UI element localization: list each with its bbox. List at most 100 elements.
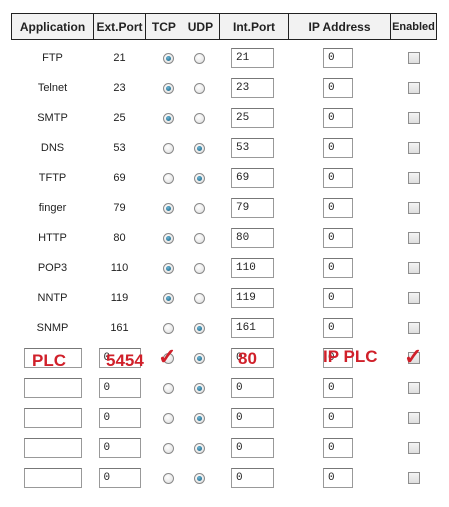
ext-port-value: 80 [113,232,126,244]
tcp-radio[interactable] [162,52,174,64]
udp-radio[interactable] [193,382,205,394]
ext-port-input[interactable]: 0 [98,468,141,488]
int-port-input[interactable]: 0 [231,468,274,488]
enabled-checkbox[interactable] [408,172,420,184]
int-port-input[interactable]: 53 [231,138,274,158]
ip-address-input[interactable]: 0 [323,258,353,278]
ext-port-input[interactable]: 0 [98,438,141,458]
ext-port-value: 119 [110,292,129,304]
udp-radio[interactable] [193,172,205,184]
application-name: SMTP [37,112,68,124]
application-name-input[interactable] [23,438,82,458]
ip-address-input[interactable]: 0 [323,408,353,428]
tcp-radio[interactable] [162,232,174,244]
enabled-checkbox[interactable] [408,412,420,424]
udp-radio[interactable] [193,232,205,244]
enabled-checkbox[interactable] [408,52,420,64]
tcp-radio[interactable] [162,442,174,454]
enabled-checkbox[interactable] [408,112,420,124]
ip-address-input[interactable]: 0 [323,318,353,338]
int-port-input[interactable]: 0 [231,408,274,428]
udp-radio[interactable] [193,262,205,274]
int-port-input[interactable]: 79 [231,198,274,218]
int-port-input[interactable]: 25 [231,108,274,128]
int-port-input[interactable]: 21 [231,48,274,68]
tcp-radio[interactable] [162,172,174,184]
application-name: DNS [40,142,65,154]
int-port-input[interactable]: 0 [231,378,274,398]
ip-address-input[interactable]: 0 [323,228,353,248]
ip-address-input[interactable]: 0 [323,198,353,218]
tcp-radio[interactable] [162,82,174,94]
application-name: TFTP [38,172,67,184]
ip-address-input[interactable]: 0 [323,438,353,458]
enabled-checkbox[interactable] [408,82,420,94]
table-header-enabled: Enabled [390,13,437,40]
udp-radio[interactable] [193,52,205,64]
table-header-application: Application [11,13,94,40]
table-row: HTTP 80 80 0 [0,223,449,253]
table-header-tcp-udp: TCP UDP [145,13,220,40]
udp-radio[interactable] [193,112,205,124]
annotation-int-port: 80 [238,349,257,368]
ip-address-input[interactable]: 0 [323,48,353,68]
ip-address-input[interactable]: 0 [323,288,353,308]
tcp-radio[interactable] [162,142,174,154]
application-name: NNTP [37,292,68,304]
udp-radio[interactable] [193,322,205,334]
ip-address-input[interactable]: 0 [323,108,353,128]
int-port-input[interactable]: 69 [231,168,274,188]
ip-address-input[interactable]: 0 [323,468,353,488]
tcp-radio[interactable] [162,382,174,394]
enabled-checkbox[interactable] [408,382,420,394]
application-name: Telnet [37,82,68,94]
tcp-radio[interactable] [162,412,174,424]
tcp-radio[interactable] [162,322,174,334]
ext-port-input[interactable]: 0 [98,408,141,428]
enabled-checkbox[interactable] [408,322,420,334]
table-row: SMTP 25 25 0 [0,103,449,133]
tcp-radio[interactable] [162,112,174,124]
udp-radio[interactable] [193,412,205,424]
application-name-input[interactable] [23,408,82,428]
tcp-radio[interactable] [162,202,174,214]
table-row: 0 0 0 [0,463,449,493]
enabled-checkbox[interactable] [408,292,420,304]
enabled-checkbox[interactable] [408,142,420,154]
application-name: POP3 [37,262,68,274]
annotation-enabled-check: ✓ [404,344,423,369]
application-name: HTTP [38,232,67,244]
udp-radio[interactable] [193,292,205,304]
udp-radio[interactable] [193,442,205,454]
enabled-checkbox[interactable] [408,262,420,274]
udp-radio[interactable] [193,142,205,154]
application-name: finger [38,202,67,214]
udp-radio[interactable] [193,202,205,214]
ip-address-input[interactable]: 0 [323,78,353,98]
table-header-ext-port: Ext.Port [93,13,146,40]
udp-radio[interactable] [193,82,205,94]
application-name-input[interactable] [23,378,82,398]
tcp-radio[interactable] [162,472,174,484]
table-row: finger 79 79 0 [0,193,449,223]
ext-port-input[interactable]: 0 [98,378,141,398]
ip-address-input[interactable]: 0 [323,378,353,398]
ip-address-input[interactable]: 0 [323,138,353,158]
enabled-checkbox[interactable] [408,202,420,214]
enabled-checkbox[interactable] [408,232,420,244]
udp-radio[interactable] [193,352,205,364]
application-name-input[interactable] [23,468,82,488]
tcp-radio[interactable] [162,292,174,304]
ip-address-input[interactable]: 0 [323,168,353,188]
int-port-input[interactable]: 161 [231,318,274,338]
int-port-input[interactable]: 110 [231,258,274,278]
int-port-input[interactable]: 80 [231,228,274,248]
int-port-input[interactable]: 119 [231,288,274,308]
annotation-ip: IP PLC [323,347,378,366]
udp-radio[interactable] [193,472,205,484]
tcp-radio[interactable] [162,262,174,274]
enabled-checkbox[interactable] [408,472,420,484]
enabled-checkbox[interactable] [408,442,420,454]
int-port-input[interactable]: 23 [231,78,274,98]
int-port-input[interactable]: 0 [231,438,274,458]
